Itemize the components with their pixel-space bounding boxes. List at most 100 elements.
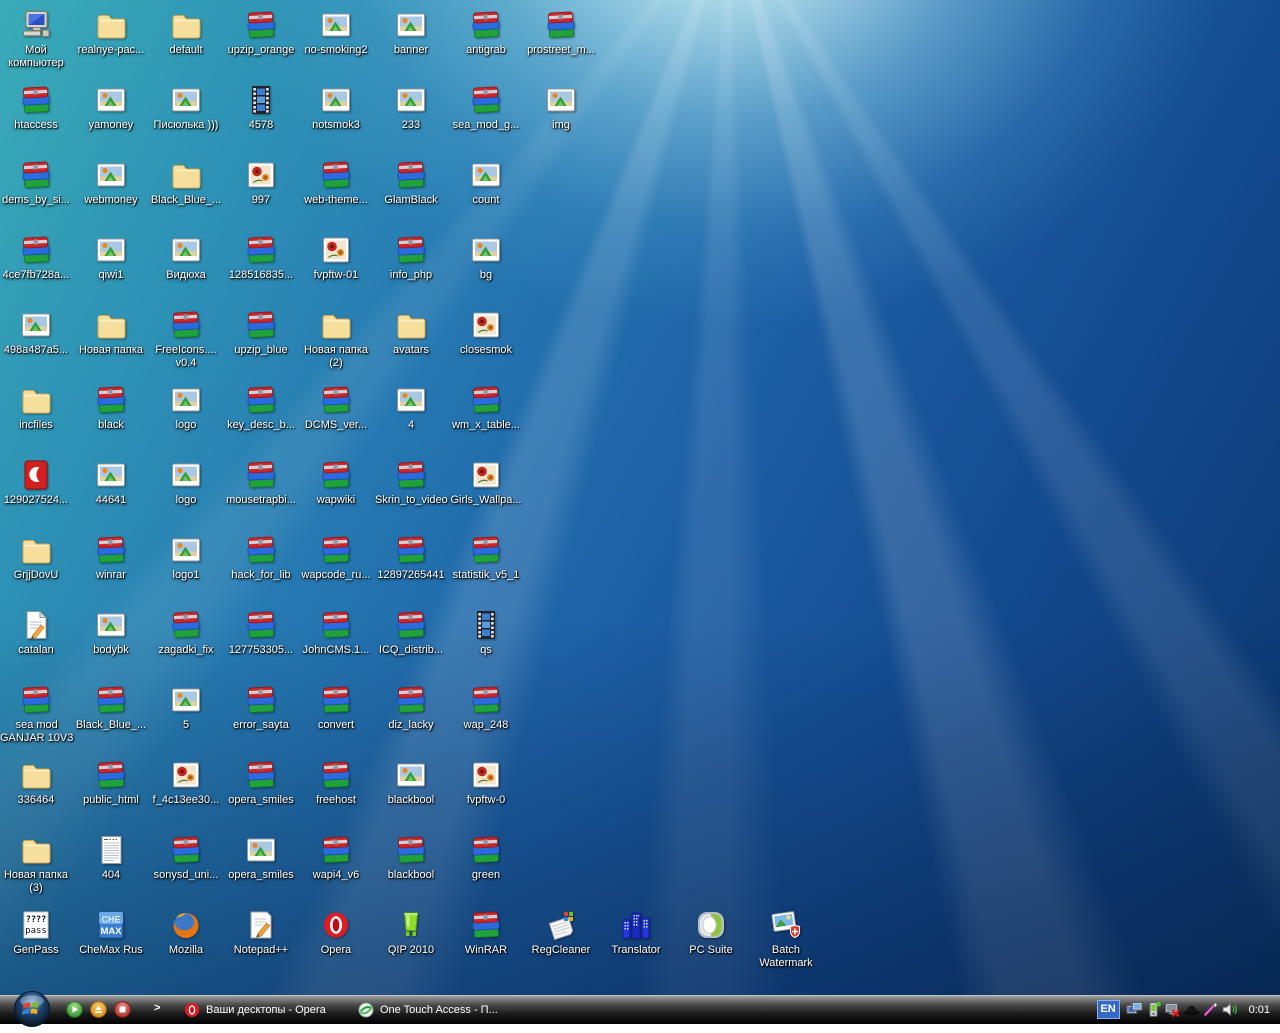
- desktop-icon[interactable]: upzip_blue: [225, 308, 297, 357]
- desktop-icon[interactable]: diz_lacky: [375, 683, 447, 732]
- desktop-icon[interactable]: 4ce7fb728a...: [0, 233, 72, 282]
- desktop-icon[interactable]: info_php: [375, 233, 447, 282]
- desktop-icon[interactable]: Black_Blue_...: [75, 683, 147, 732]
- desktop-icon[interactable]: blackbool: [375, 758, 447, 807]
- desktop-icon[interactable]: RegCleaner: [525, 908, 597, 957]
- desktop-icon[interactable]: antigrab: [450, 8, 522, 57]
- desktop-icon[interactable]: f_4c13ee30...: [150, 758, 222, 807]
- desktop-icon[interactable]: 4: [375, 383, 447, 432]
- desktop-icon[interactable]: Opera: [300, 908, 372, 957]
- desktop-icon[interactable]: img: [525, 83, 597, 132]
- desktop-icon[interactable]: htaccess: [0, 83, 72, 132]
- desktop-icon[interactable]: qs: [450, 608, 522, 657]
- desktop-icon[interactable]: public_html: [75, 758, 147, 807]
- desktop-icon[interactable]: notsmok3: [300, 83, 372, 132]
- desktop-icon[interactable]: zagadki_fix: [150, 608, 222, 657]
- play-button[interactable]: [66, 1001, 83, 1018]
- start-button[interactable]: [13, 990, 51, 1028]
- desktop-icon[interactable]: Новая папка: [75, 308, 147, 357]
- desktop-icon[interactable]: 129027524...: [0, 458, 72, 507]
- desktop-icon[interactable]: mousetrapbi...: [225, 458, 297, 507]
- stylus-icon[interactable]: [1202, 1001, 1219, 1018]
- desktop-icon[interactable]: Translator: [600, 908, 672, 957]
- desktop-icon[interactable]: Mozilla: [150, 908, 222, 957]
- desktop-icon[interactable]: banner: [375, 8, 447, 57]
- desktop-icon[interactable]: opera_smiles: [225, 758, 297, 807]
- desktop-icon[interactable]: closesmok: [450, 308, 522, 357]
- desktop-icon[interactable]: web-theme...: [300, 158, 372, 207]
- desktop-icon[interactable]: blackbool: [375, 833, 447, 882]
- desktop-icon[interactable]: logo: [150, 458, 222, 507]
- desktop-icon[interactable]: logo1: [150, 533, 222, 582]
- desktop-icon[interactable]: Skrin_to_video: [375, 458, 447, 507]
- language-indicator[interactable]: EN: [1097, 1000, 1120, 1019]
- desktop-icon[interactable]: CHE MAXCheMax Rus: [75, 908, 147, 957]
- desktop-icon[interactable]: prostreet_m...: [525, 8, 597, 57]
- desktop-icon[interactable]: convert: [300, 683, 372, 732]
- desktop-icon[interactable]: incfiles: [0, 383, 72, 432]
- desktop-icon[interactable]: default: [150, 8, 222, 57]
- phone-sync-icon[interactable]: [1145, 1001, 1162, 1018]
- desktop-icon[interactable]: logo: [150, 383, 222, 432]
- volume-icon[interactable]: [1221, 1001, 1238, 1018]
- desktop-icon[interactable]: opera_smiles: [225, 833, 297, 882]
- desktop-icon[interactable]: ICQ_distrib...: [375, 608, 447, 657]
- desktop-icon[interactable]: Мой компьютер: [0, 8, 72, 70]
- desktop-icon[interactable]: 4578: [225, 83, 297, 132]
- stop-button[interactable]: [114, 1001, 131, 1018]
- desktop-icon[interactable]: sea_mod_g...: [450, 83, 522, 132]
- desktop-icon[interactable]: 12897265441: [375, 533, 447, 582]
- desktop-icon[interactable]: yamoney: [75, 83, 147, 132]
- desktop-icon[interactable]: Новая папка (2): [300, 308, 372, 370]
- desktop-icon[interactable]: count: [450, 158, 522, 207]
- desktop-icon[interactable]: wap_248: [450, 683, 522, 732]
- desktop-icon[interactable]: realnye-pac...: [75, 8, 147, 57]
- desktop-icon[interactable]: Писюлька ))): [150, 83, 222, 132]
- desktop-icon[interactable]: sea mod GANJAR 10V3: [0, 683, 72, 745]
- desktop-icon[interactable]: 127753305...: [225, 608, 297, 657]
- desktop-icon[interactable]: sonysd_uni...: [150, 833, 222, 882]
- desktop-icon[interactable]: 128516835...: [225, 233, 297, 282]
- quicklaunch-chevron[interactable]: >: [154, 1002, 160, 1014]
- desktop-icon[interactable]: wapi4_v6: [300, 833, 372, 882]
- desktop-icon[interactable]: black: [75, 383, 147, 432]
- desktop-icon[interactable]: hack_for_lib: [225, 533, 297, 582]
- desktop-icon[interactable]: 997: [225, 158, 297, 207]
- desktop-icon[interactable]: WinRAR: [450, 908, 522, 957]
- desktop-icon[interactable]: 404: [75, 833, 147, 882]
- network-disconnected-icon[interactable]: [1164, 1001, 1181, 1018]
- desktop-icon[interactable]: 336464: [0, 758, 72, 807]
- desktop-icon[interactable]: key_desc_b...: [225, 383, 297, 432]
- desktop-icon[interactable]: Black_Blue_...: [150, 158, 222, 207]
- desktop-icon[interactable]: wapwiki: [300, 458, 372, 507]
- hat-icon[interactable]: [1183, 1001, 1200, 1018]
- desktop-icon[interactable]: catalan: [0, 608, 72, 657]
- desktop-icon[interactable]: PC Suite: [675, 908, 747, 957]
- desktop-icon[interactable]: GlamBlack: [375, 158, 447, 207]
- desktop-icon[interactable]: GrjjDovU: [0, 533, 72, 582]
- desktop-icon[interactable]: bg: [450, 233, 522, 282]
- taskbar-window-button[interactable]: Ваши десктопы - Opera: [176, 995, 350, 1024]
- desktop-icon[interactable]: Notepad++: [225, 908, 297, 957]
- desktop-icon[interactable]: JohnCMS.1...: [300, 608, 372, 657]
- network-monitors-icon[interactable]: [1126, 1001, 1143, 1018]
- desktop-icon[interactable]: fvpftw-01: [300, 233, 372, 282]
- eject-button[interactable]: [90, 1001, 107, 1018]
- desktop-icon[interactable]: green: [450, 833, 522, 882]
- desktop-icon[interactable]: qiwi1: [75, 233, 147, 282]
- desktop-icon[interactable]: freehost: [300, 758, 372, 807]
- desktop-icon[interactable]: upzip_orange: [225, 8, 297, 57]
- desktop-icon[interactable]: Видюха: [150, 233, 222, 282]
- desktop-icon[interactable]: QIP 2010: [375, 908, 447, 957]
- taskbar-window-button[interactable]: One Touch Access - П...: [350, 995, 524, 1024]
- desktop-icon[interactable]: winrar: [75, 533, 147, 582]
- desktop-icon[interactable]: FreeIcons.... v0.4: [150, 308, 222, 370]
- desktop-icon[interactable]: fvpftw-0: [450, 758, 522, 807]
- desktop-icon[interactable]: error_sayta: [225, 683, 297, 732]
- desktop-icon[interactable]: wapcode_ru...: [300, 533, 372, 582]
- desktop-icon[interactable]: dems_by_si...: [0, 158, 72, 207]
- desktop-icon[interactable]: 5: [150, 683, 222, 732]
- desktop-icon[interactable]: 44641: [75, 458, 147, 507]
- desktop-icon[interactable]: Новая папка (3): [0, 833, 72, 895]
- desktop-icon[interactable]: 233: [375, 83, 447, 132]
